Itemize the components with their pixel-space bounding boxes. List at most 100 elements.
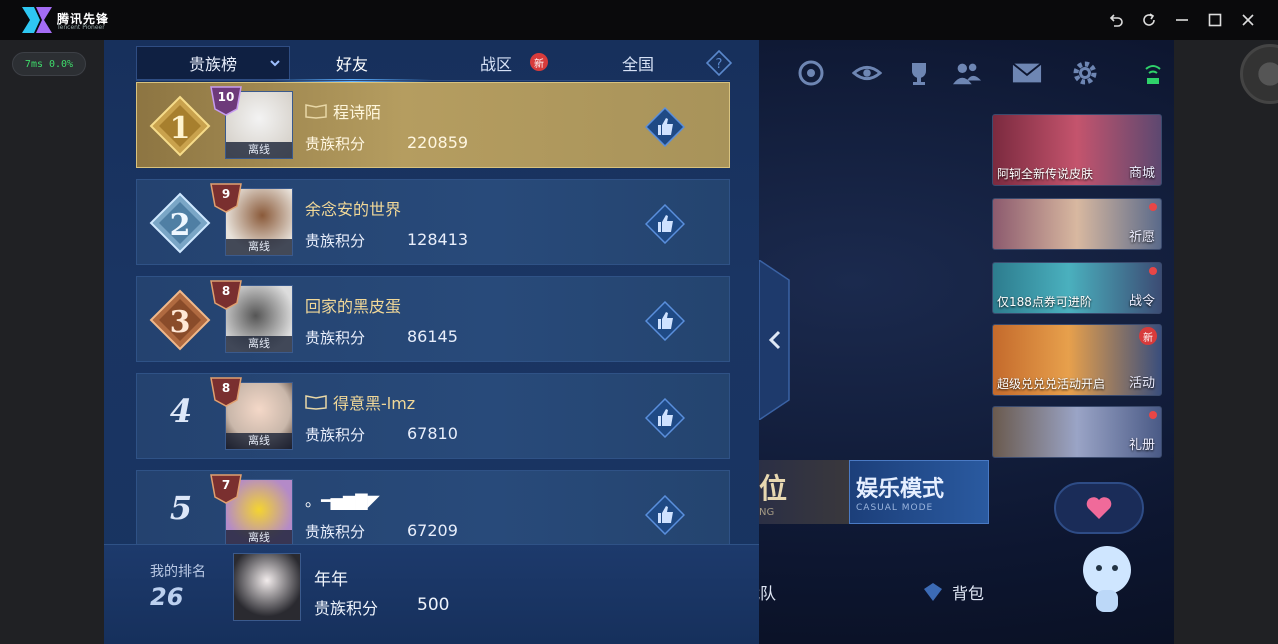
player-name-text: 程诗陌 — [333, 103, 382, 122]
new-badge: 新 — [1139, 327, 1157, 345]
tab-friends-label: 好友 — [335, 55, 368, 74]
status-offline: 离线 — [226, 336, 292, 352]
performance-badge: 7ms 0.0% — [12, 52, 86, 76]
maximize-icon[interactable] — [1203, 8, 1227, 32]
nav-bag[interactable]: 背包 — [922, 580, 984, 604]
mascot-icon[interactable] — [1072, 538, 1142, 618]
tab-friends[interactable]: 好友 — [272, 46, 432, 82]
casual-mode-button[interactable]: 娱乐模式 CASUAL MODE — [849, 460, 989, 524]
thumbs-up-icon[interactable] — [645, 204, 685, 244]
card-battlepass-label: 战令 — [1128, 294, 1155, 309]
ranking-type-dropdown[interactable]: 贵族榜 — [136, 46, 290, 80]
casual-mode-sub: CASUAL MODE — [856, 503, 934, 513]
notification-dot — [1149, 267, 1157, 275]
thumbs-up-icon[interactable] — [645, 398, 685, 438]
window-titlebar: 腾讯先锋 Tencent Pioneer — [0, 0, 1278, 40]
new-badge: 新 — [530, 53, 548, 71]
target-icon[interactable] — [796, 58, 826, 88]
my-rank-label: 我的排名 — [150, 564, 206, 580]
notification-dot — [1149, 203, 1157, 211]
notification-dot — [1149, 411, 1157, 419]
bag-nav-label: 背包 — [952, 584, 985, 603]
minimize-icon[interactable] — [1170, 8, 1194, 32]
player-name-text: 。━▅▆▇◤ — [305, 491, 380, 510]
rank-number: 4 — [169, 392, 193, 430]
player-name-text: 回家的黑皮蛋 — [305, 297, 402, 316]
score-label: 贵族积分 — [305, 329, 366, 347]
refresh-icon[interactable] — [1137, 8, 1161, 32]
rank-2-badge-icon: 2 — [149, 192, 211, 254]
card-wish[interactable]: 祈愿 — [992, 198, 1162, 250]
thumbs-up-icon[interactable] — [645, 301, 685, 341]
app-logo-icon — [22, 7, 52, 33]
packet-loss-value: 0.0% — [48, 58, 74, 70]
card-activity[interactable]: 新 超级兑兑兑活动开启 活动 — [992, 324, 1162, 396]
card-gift-book[interactable]: 礼册 — [992, 406, 1162, 458]
card-battlepass-text: 仅188点券可进阶 — [997, 295, 1092, 309]
status-offline: 离线 — [226, 530, 292, 544]
player-name: 得意黑-lmz — [305, 390, 415, 414]
card-shop-text: 阿轲全新传说皮肤 — [997, 167, 1094, 181]
collapse-panel-button[interactable] — [758, 258, 795, 422]
game-screen: 阿轲全新传说皮肤 商城 祈愿 仅188点券可进阶 战令 新 超级兑兑兑活动开启 … — [104, 40, 1174, 644]
close-icon[interactable] — [1236, 8, 1260, 32]
player-name-text: 余念安的世界 — [305, 200, 402, 219]
score-value: 86145 — [407, 327, 458, 346]
casual-mode-title: 娱乐模式 — [856, 477, 945, 502]
signal-icon — [1138, 58, 1168, 88]
score-value: 128413 — [407, 230, 469, 249]
leaderboard-list: 1 离线 10 程诗陌 贵族积分 220859 2 离线 9 余念安的世界 贵族… — [136, 82, 730, 544]
player-name: 。━▅▆▇◤ — [305, 487, 380, 511]
tab-war-zone-label: 战区 — [479, 55, 512, 74]
friends-icon[interactable] — [952, 58, 982, 88]
rank-number: 3 — [170, 305, 191, 340]
my-avatar[interactable] — [233, 553, 301, 621]
book-icon — [305, 104, 327, 119]
card-activity-label: 活动 — [1128, 376, 1155, 391]
leaderboard-panel: 贵族榜 好友 战区 新 全国 ? 1 离线 10 程诗陌 贵族积分 220859… — [104, 40, 759, 644]
back-icon[interactable] — [1104, 8, 1128, 32]
eye-icon[interactable] — [852, 58, 882, 88]
bag-icon — [924, 583, 942, 601]
rank-3-badge-icon: 3 — [149, 289, 211, 351]
vip-level: 10 — [217, 90, 235, 104]
rank-number: 1 — [170, 111, 191, 146]
my-name: 年年 — [314, 570, 348, 590]
heart-bubble-button[interactable] — [1054, 482, 1144, 534]
leaderboard-tabs: 贵族榜 好友 战区 新 全国 ? — [136, 46, 732, 82]
score-value: 67810 — [407, 424, 458, 443]
leaderboard-row: 4 离线 8 得意黑-lmz 贵族积分 67810 — [136, 373, 730, 459]
card-shop[interactable]: 阿轲全新传说皮肤 商城 — [992, 114, 1162, 186]
thumbs-up-icon[interactable] — [645, 495, 685, 535]
svg-text:?: ? — [716, 57, 723, 72]
vip-level: 8 — [221, 284, 231, 298]
card-battlepass[interactable]: 仅188点券可进阶 战令 — [992, 262, 1162, 314]
status-offline: 离线 — [226, 142, 292, 158]
rank-1-badge-icon: 1 — [149, 95, 211, 157]
my-score-value: 500 — [417, 595, 450, 615]
settings-gear-icon[interactable] — [1070, 58, 1100, 88]
player-name: 回家的黑皮蛋 — [305, 293, 401, 317]
card-shop-label: 商城 — [1128, 166, 1155, 181]
score-label: 贵族积分 — [305, 426, 366, 444]
my-rank-number: 26 — [150, 583, 184, 611]
player-name-text: 得意黑-lmz — [333, 394, 416, 413]
card-wish-label: 祈愿 — [1128, 230, 1155, 245]
heart-icon — [1086, 497, 1112, 519]
emulator-right-bar — [1174, 40, 1278, 644]
player-name: 程诗陌 — [305, 99, 381, 123]
score-label: 贵族积分 — [305, 232, 366, 250]
tab-national[interactable]: 全国 — [598, 46, 678, 80]
card-activity-text: 超级兑兑兑活动开启 — [997, 377, 1106, 391]
book-icon — [305, 395, 327, 410]
tab-war-zone[interactable]: 战区 — [456, 46, 536, 80]
mail-icon[interactable] — [1012, 58, 1042, 88]
chevron-down-icon — [270, 60, 280, 67]
score-label: 贵族积分 — [305, 523, 366, 541]
card-gift-book-label: 礼册 — [1128, 438, 1155, 453]
help-icon[interactable]: ? — [706, 50, 732, 76]
leaderboard-row: 1 离线 10 程诗陌 贵族积分 220859 — [136, 82, 730, 168]
score-value: 220859 — [407, 133, 469, 152]
thumbs-up-icon[interactable] — [645, 107, 685, 147]
trophy-icon[interactable] — [904, 58, 934, 88]
